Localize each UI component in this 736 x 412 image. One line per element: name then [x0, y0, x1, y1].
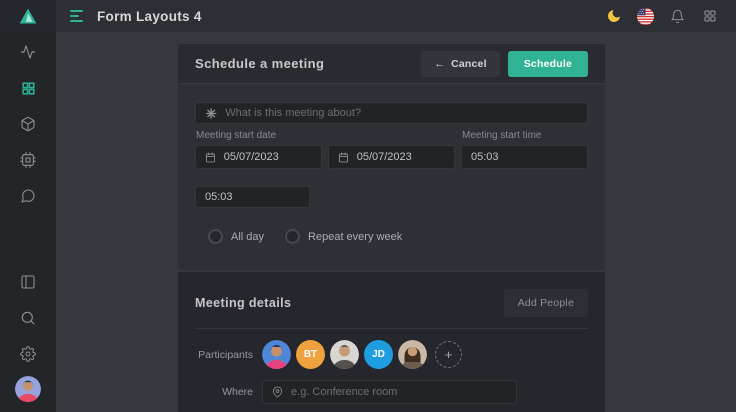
sidebar-item-dashboard[interactable] [0, 34, 56, 70]
end-time-input[interactable] [205, 191, 300, 203]
start-date-label: Meeting start date [195, 130, 322, 145]
participant-avatar-1 [262, 340, 291, 369]
participant-avatar-3 [330, 340, 359, 369]
sidebar-bottom-group [0, 264, 56, 405]
where-input[interactable] [291, 386, 507, 398]
gear-icon [20, 346, 36, 362]
participants-row: Participants BT [195, 340, 588, 369]
schedule-form: Meeting start date Meeting start time [178, 84, 605, 270]
grid-icon [21, 81, 36, 96]
meeting-details-section: Meeting details Add People Participants … [178, 272, 605, 412]
repeat-weekly-label: Repeat every week [308, 231, 402, 243]
participant-avatar-2: BT [296, 340, 325, 369]
sidebar-top-group [0, 34, 56, 214]
sidebar-item-settings[interactable] [0, 336, 56, 372]
start-time-field [461, 145, 588, 169]
calendar-icon [205, 151, 216, 164]
topic-asterisk-icon [205, 107, 217, 120]
schedule-meeting-card: Schedule a meeting ← Cancel Schedule Mee… [178, 44, 605, 412]
meeting-details-title: Meeting details [195, 296, 291, 310]
chat-bubble-icon [20, 188, 36, 204]
calendar-icon [338, 151, 349, 164]
sidebar-item-layouts-active[interactable] [0, 70, 56, 106]
location-pin-icon [272, 386, 283, 398]
sidebar-item-search[interactable] [0, 300, 56, 336]
all-day-checkbox[interactable]: All day [208, 229, 264, 244]
language-flag-icon[interactable] [637, 8, 654, 25]
where-label: Where [195, 386, 253, 398]
cpu-icon [20, 152, 36, 168]
participants-label: Participants [195, 349, 253, 361]
sidebar-user-avatar[interactable] [0, 372, 56, 405]
start-date-input-1[interactable] [224, 151, 312, 163]
end-time-field [195, 186, 310, 208]
start-date-input-2[interactable] [357, 151, 445, 163]
where-field [262, 380, 517, 404]
page-title: Form Layouts 4 [97, 9, 202, 24]
start-time-label: Meeting start time [461, 130, 588, 145]
start-time-input[interactable] [471, 151, 578, 163]
user-avatar-image [15, 376, 41, 402]
repeat-weekly-checkbox[interactable]: Repeat every week [285, 229, 402, 244]
top-header: Form Layouts 4 [0, 0, 736, 32]
options-row: All day Repeat every week [195, 229, 588, 244]
layout-panel-icon [20, 274, 36, 290]
app-logo [0, 0, 56, 32]
sidebar-item-layout-panel[interactable] [0, 264, 56, 300]
logo-triangle-icon [18, 6, 38, 26]
sidebar-item-messages[interactable] [0, 178, 56, 214]
add-people-button[interactable]: Add People [504, 289, 588, 317]
sidebar-item-devices[interactable] [0, 142, 56, 178]
cancel-button[interactable]: ← Cancel [421, 51, 499, 77]
card-header: Schedule a meeting ← Cancel Schedule [178, 44, 605, 84]
participant-avatar-5 [398, 340, 427, 369]
cube-icon [20, 116, 36, 132]
notifications-bell-icon[interactable] [669, 8, 686, 25]
cancel-button-label: Cancel [451, 58, 487, 70]
details-divider [195, 328, 588, 329]
sidebar-item-components[interactable] [0, 106, 56, 142]
meeting-topic-field [195, 102, 588, 124]
participant-avatar-4: JD [364, 340, 393, 369]
activity-icon [20, 44, 36, 60]
card-title: Schedule a meeting [195, 56, 324, 71]
sidebar-toggle-icon[interactable] [70, 8, 83, 24]
meeting-topic-input[interactable] [225, 107, 578, 119]
start-date-field-2 [328, 145, 455, 169]
where-row: Where [195, 380, 588, 404]
repeat-weekly-checkbox-circle[interactable] [285, 229, 300, 244]
start-date-field-1 [195, 145, 322, 169]
dark-mode-moon-icon[interactable] [605, 8, 622, 25]
apps-grid-icon[interactable] [701, 8, 718, 25]
all-day-checkbox-circle[interactable] [208, 229, 223, 244]
back-arrow-icon: ← [434, 58, 445, 70]
search-icon [20, 310, 36, 326]
add-participant-button[interactable]: + [435, 341, 462, 368]
all-day-label: All day [231, 231, 264, 243]
sidebar-nav [0, 32, 56, 412]
schedule-button[interactable]: Schedule [508, 51, 588, 77]
